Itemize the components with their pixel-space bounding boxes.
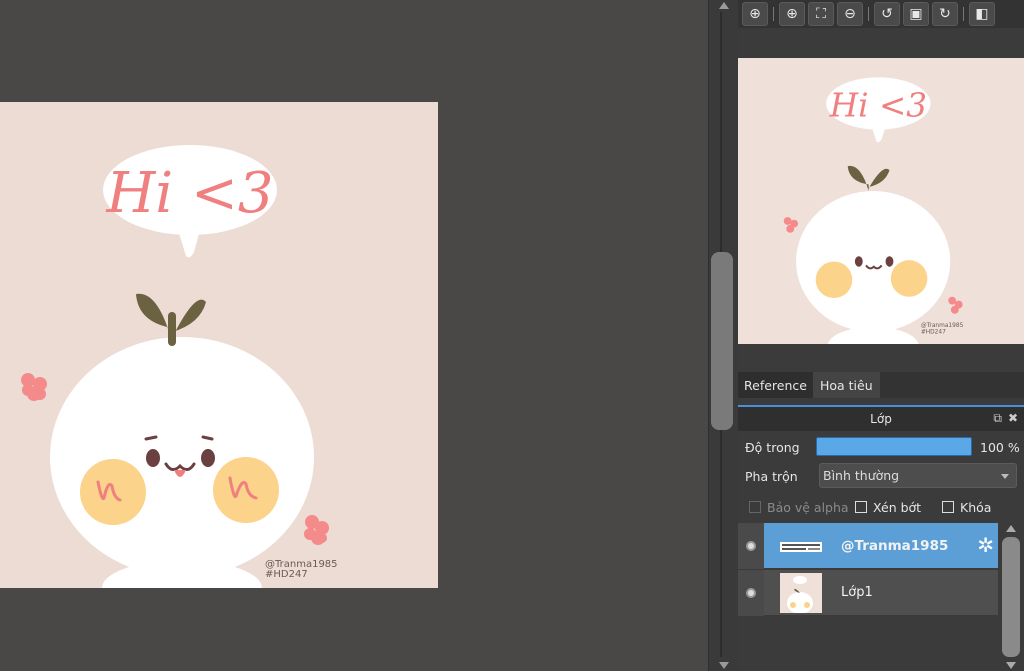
gear-icon[interactable]: ✲	[977, 535, 994, 555]
right-cheek	[213, 457, 279, 523]
eye-dot-icon	[746, 588, 756, 598]
artwork-canvas[interactable]: Hi <3 @Tranma1985 #HD247	[0, 102, 438, 588]
protect-alpha-label: Bảo vệ alpha	[767, 499, 849, 515]
sprout-stem	[168, 312, 176, 346]
preview-bubble-text: Hi <3	[829, 87, 927, 125]
lock-label: Khóa	[960, 499, 992, 515]
chevron-down-icon	[1001, 474, 1009, 479]
checkbox-box[interactable]	[942, 501, 954, 513]
opacity-row: Độ trong 100 %	[738, 436, 1024, 458]
right-panel: ⊕ ⊕ ⛶ ⊖ ↺ ▣ ↻ ◧ Hi <3 @Tranma1985 #HD247 Refere…	[738, 0, 1024, 671]
zoom-out-icon[interactable]: ⊖	[837, 2, 863, 26]
checkbox-box[interactable]	[749, 501, 761, 513]
layer-visibility-toggle[interactable]	[738, 523, 764, 569]
fit-window-icon[interactable]: ⛶	[808, 2, 834, 26]
opacity-value: 100 %	[980, 439, 1020, 455]
canvas-workspace[interactable]: Hi <3 @Tranma1985 #HD247	[0, 0, 708, 671]
workspace-vertical-scrollbar[interactable]	[708, 0, 738, 671]
layer-options-row: Bảo vệ alpha Xén bớt Khóa	[738, 497, 1024, 517]
layer-panel-title: Lớp	[870, 412, 892, 426]
scrollbar-thumb[interactable]	[711, 252, 733, 430]
toolbar-separator	[773, 7, 774, 21]
protect-alpha-checkbox[interactable]: Bảo vệ alpha	[749, 500, 849, 515]
zoom-in-icon[interactable]: ⊕	[779, 2, 805, 26]
layer-thumbnail	[780, 573, 822, 613]
scroll-up-arrow-icon[interactable]	[1006, 525, 1016, 532]
opacity-label: Độ trong	[745, 439, 800, 455]
toolbar-separator	[963, 7, 964, 21]
signature-tag: #HD247	[265, 569, 308, 580]
checkbox-box[interactable]	[855, 501, 867, 513]
preview-signature-handle: @Tranma1985	[921, 323, 964, 329]
scroll-up-arrow-icon[interactable]	[719, 2, 729, 9]
clipping-checkbox[interactable]: Xén bớt	[855, 500, 921, 515]
popout-icon[interactable]: ⧉	[993, 411, 1002, 426]
left-eye	[146, 449, 160, 467]
navigator-toolbar: ⊕ ⊕ ⛶ ⊖ ↺ ▣ ↻ ◧	[738, 0, 1024, 28]
preview-signature-tag: #HD247	[921, 329, 946, 335]
blend-mode-select[interactable]: Bình thường	[819, 463, 1017, 488]
tab-navigator[interactable]: Hoa tiêu	[813, 372, 880, 398]
panel-tab-bar: Reference Hoa tiêu	[738, 372, 1024, 398]
blend-mode-row: Pha trộn Bình thường	[738, 463, 1024, 489]
zoom-actual-icon[interactable]: ⊕	[742, 2, 768, 26]
eye-dot-icon	[746, 541, 756, 551]
layer-row-signature[interactable]: @Tranma1985 ✲	[738, 523, 998, 569]
layer-name: Lớp1	[841, 585, 873, 600]
scroll-down-arrow-icon[interactable]	[719, 662, 729, 669]
flip-horizontal-icon[interactable]: ◧	[969, 2, 995, 26]
tab-reference[interactable]: Reference	[738, 372, 814, 398]
close-icon[interactable]: ✖	[1008, 411, 1018, 426]
navigator-preview[interactable]: Hi <3 @Tranma1985 #HD247	[738, 58, 1024, 344]
layer-thumbnail	[780, 542, 822, 552]
reset-view-icon[interactable]: ▣	[903, 2, 929, 26]
rotate-left-icon[interactable]: ↺	[874, 2, 900, 26]
rotate-right-icon[interactable]: ↻	[932, 2, 958, 26]
bubble-text: Hi <3	[105, 161, 273, 226]
scroll-down-arrow-icon[interactable]	[1006, 662, 1016, 669]
right-eye	[201, 449, 215, 467]
blend-mode-label: Pha trộn	[745, 468, 798, 484]
character-head	[50, 337, 314, 577]
clipping-label: Xén bớt	[873, 499, 922, 515]
layer-list-scrollbar[interactable]	[1000, 523, 1022, 671]
layer-name: @Tranma1985	[841, 538, 949, 554]
lock-checkbox[interactable]: Khóa	[942, 500, 991, 515]
blend-mode-value: Bình thường	[823, 468, 900, 483]
layer-panel-header: Lớp ⧉ ✖	[738, 405, 1024, 431]
layer-list: @Tranma1985 ✲ Lớp1	[738, 523, 1000, 671]
layer-row-layer1[interactable]: Lớp1	[738, 570, 998, 616]
toolbar-separator	[868, 7, 869, 21]
layer-visibility-toggle[interactable]	[738, 570, 764, 616]
opacity-slider[interactable]	[816, 437, 972, 456]
scrollbar-thumb[interactable]	[1002, 537, 1020, 657]
